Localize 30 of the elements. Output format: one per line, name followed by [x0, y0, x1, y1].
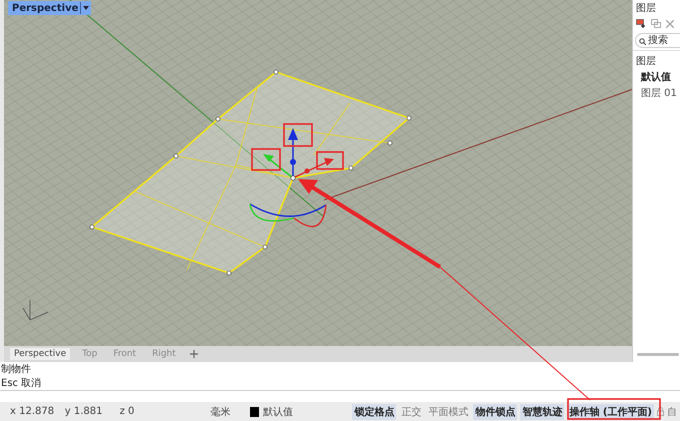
z-coordinate: z 0 — [118, 406, 136, 417]
status-toggle[interactable]: 操作轴 (工作平面) — [567, 404, 654, 420]
layer-item[interactable]: 图层 01 — [633, 85, 680, 101]
layer-item[interactable]: 默认值 — [633, 69, 680, 85]
status-toggle[interactable]: 正交 — [399, 404, 424, 420]
current-layer-label[interactable]: 默认值 — [262, 404, 352, 418]
close-icon[interactable] — [666, 20, 674, 28]
x-coordinate: x 12.878 — [9, 406, 55, 417]
new-layer-icon[interactable] — [636, 19, 646, 28]
lock-icon[interactable] — [657, 407, 664, 416]
panel-title: 图层 — [635, 2, 657, 16]
units-label[interactable]: 毫米 — [210, 404, 250, 418]
status-toggle[interactable]: 锁定格点 — [352, 404, 396, 420]
scrollbar[interactable] — [637, 353, 679, 356]
command-history-line: Esc 取消 — [0, 376, 42, 390]
status-toggle[interactable]: 物件锁点 — [473, 404, 518, 420]
y-coordinate: y 1.881 — [64, 406, 104, 417]
status-toggle[interactable]: 平面模式 — [426, 404, 470, 420]
search-icon — [639, 38, 646, 45]
axes-icon — [22, 300, 48, 320]
column-header: 图层 — [633, 50, 680, 69]
command-history-line: 制物件 — [0, 362, 32, 376]
layers-icon[interactable] — [651, 19, 661, 28]
add-viewport-icon[interactable] — [190, 350, 198, 358]
caret-icon — [83, 6, 90, 10]
status-toggle[interactable]: 智慧轨迹 — [520, 404, 564, 420]
auto-label[interactable]: 自 — [667, 404, 677, 418]
viewport-title-button[interactable]: Perspective — [8, 1, 92, 15]
viewport-tab[interactable]: Perspective — [10, 348, 70, 360]
search-field[interactable]: 搜索 — [635, 33, 680, 48]
